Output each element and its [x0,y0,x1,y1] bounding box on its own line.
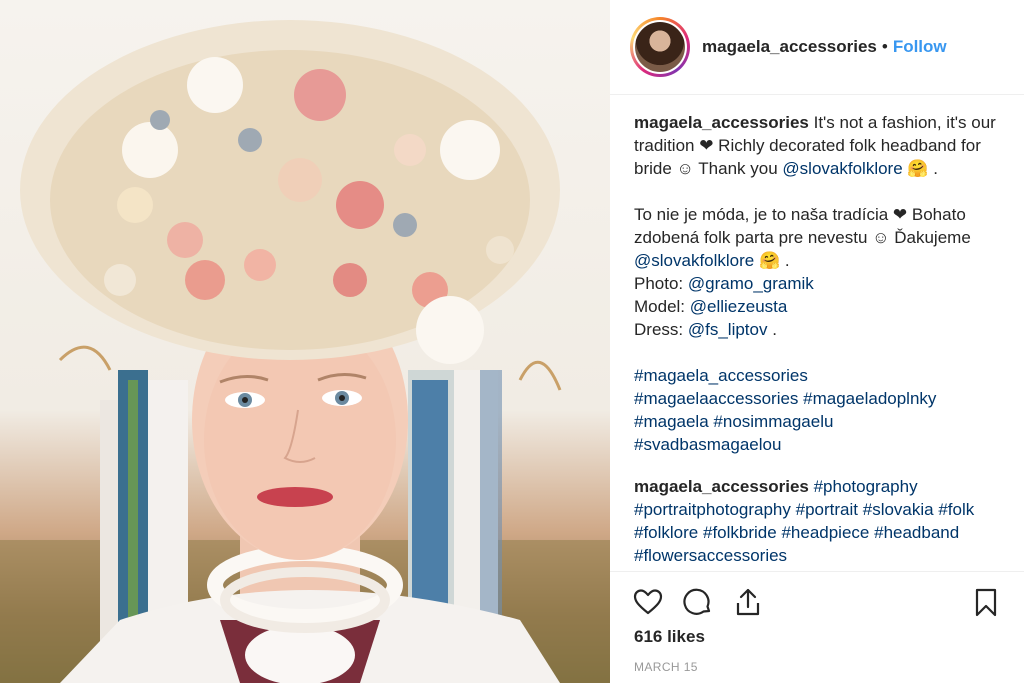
header-username[interactable]: magaela_accessories [702,37,877,57]
hashtag-link[interactable]: #svadbasmagaelou [634,435,781,454]
credit-label: Model: [634,297,686,316]
post-date[interactable]: MARCH 15 [634,660,698,674]
credit-tail: . [772,320,777,339]
bookmark-icon[interactable] [970,586,1002,618]
mention-link[interactable]: @slovakfolklore [634,251,754,270]
caption-sk-tail: 🤗 . [758,251,790,270]
credit-photo: Photo: @gramo_gramik [634,272,1004,295]
avatar-story-ring[interactable] [630,17,690,77]
hashtag-link[interactable]: #nosimmagaelu [713,412,833,431]
hashtag-link[interactable]: #photography [814,477,918,496]
caption-username[interactable]: magaela_accessories [634,113,809,132]
hashtag-link[interactable]: #magaela_accessories [634,366,808,385]
post-panel: magaela_accessories • Follow magaela_acc… [610,0,1024,683]
header-separator: • [881,37,888,56]
post-photo-illustration [0,20,610,683]
post-header: magaela_accessories • Follow [610,0,1024,95]
hashtag-link[interactable]: #headpiece [781,523,869,542]
comment: magaela_accessories #photography #portra… [634,475,1004,567]
credit-label: Photo: [634,274,684,293]
credit-model: Model: @elliezeusta [634,295,1004,318]
mention-link[interactable]: @slovakfolklore [782,159,902,178]
action-bar [610,571,1024,631]
caption-slovak: To nie je móda, je to naša tradícia ❤ Bo… [634,203,1004,272]
comment-username[interactable]: magaela_accessories [634,477,809,496]
hashtag-link[interactable]: #slovakia [863,500,934,519]
hashtag-link[interactable]: #folkbride [703,523,777,542]
heart-icon[interactable] [632,586,664,618]
hashtag-link[interactable]: #folklore [634,523,698,542]
hashtag-link[interactable]: #magaeladoplnky [803,389,936,408]
hashtag-link[interactable]: #folk [938,500,974,519]
hashtag-link[interactable]: #magaelaaccessories [634,389,798,408]
credit-dress: Dress: @fs_liptov . [634,318,1004,341]
hashtag-link[interactable]: #flowersaccessories [634,546,787,565]
mention-link[interactable]: @fs_liptov [688,320,768,339]
avatar[interactable] [635,22,685,72]
likes-count[interactable]: 616 likes [634,627,705,647]
hashtag-link[interactable]: #portraitphotography [634,500,791,519]
credit-label: Dress: [634,320,684,339]
caption-hashtags: #magaela_accessories #magaelaaccessories… [634,364,1004,456]
hashtag-link[interactable]: #headband [874,523,959,542]
share-icon[interactable] [732,586,764,618]
follow-button[interactable]: Follow [893,37,947,57]
mention-link[interactable]: @elliezeusta [690,297,788,316]
post-caption: magaela_accessories It's not a fashion, … [634,111,1004,568]
caption-sk-text: To nie je móda, je to naša tradícia ❤ Bo… [634,205,971,247]
caption-en-tail: 🤗 . [907,159,939,178]
hashtag-link[interactable]: #magaela [634,412,709,431]
comment-icon[interactable] [682,586,714,618]
post-photo[interactable] [0,0,610,683]
mention-link[interactable]: @gramo_gramik [688,274,814,293]
hashtag-link[interactable]: #portrait [796,500,858,519]
caption-english: magaela_accessories It's not a fashion, … [634,111,1004,180]
